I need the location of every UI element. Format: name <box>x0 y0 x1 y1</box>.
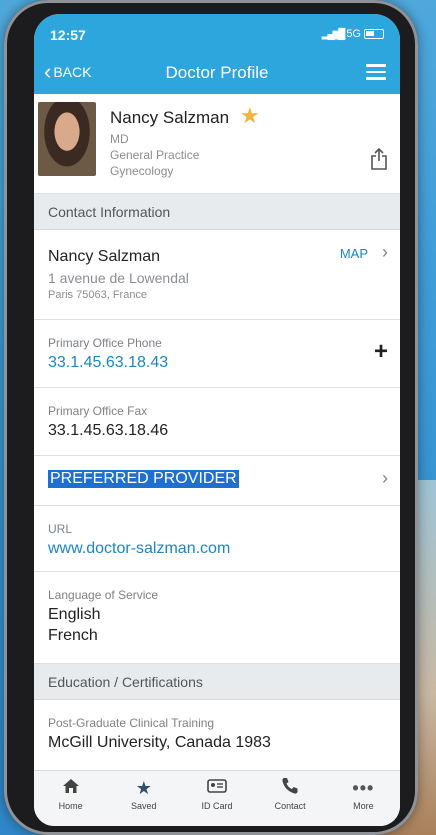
signal-icon: ▂▄▆█ <box>321 28 346 40</box>
tab-contact[interactable]: Contact <box>254 771 327 811</box>
language-item: English <box>48 606 101 623</box>
battery-icon <box>364 29 384 39</box>
app-screen: 12:57 ▂▄▆█ 5G ‹ BACK Doctor Profile Nanc… <box>34 14 400 826</box>
fax-row: Primary Office Fax 33.1.45.63.18.46 <box>34 388 400 456</box>
bottom-tab-bar: Home ★ Saved ID Card Contact ••• More <box>34 770 400 826</box>
training-label: Post-Graduate Clinical Training <box>48 716 215 730</box>
status-indicators: ▂▄▆█ 5G <box>322 28 384 40</box>
section-header-education: Education / Certifications <box>34 664 400 700</box>
id-card-icon <box>180 777 253 799</box>
tab-label: ID Card <box>201 801 233 811</box>
address-row[interactable]: Nancy Salzman 1 avenue de Lowendal Paris… <box>34 230 400 320</box>
address-line1: 1 avenue de Lowendal <box>48 270 189 286</box>
training-row: Post-Graduate Clinical Training McGill U… <box>34 700 400 770</box>
training-value: McGill University, Canada 1983 <box>48 734 271 751</box>
chevron-right-icon: › <box>382 468 388 488</box>
map-link[interactable]: MAP <box>340 246 368 261</box>
back-label: BACK <box>53 64 92 80</box>
phone-number-link[interactable]: 33.1.45.63.18.43 <box>48 354 168 372</box>
website-link[interactable]: www.doctor-salzman.com <box>48 540 230 558</box>
preferred-provider-label: PREFERRED PROVIDER <box>48 470 239 488</box>
doctor-specialty: Gynecology <box>110 164 174 178</box>
tab-label: More <box>353 801 374 811</box>
nav-bar: ‹ BACK Doctor Profile <box>34 52 400 94</box>
phone-frame: 12:57 ▂▄▆█ 5G ‹ BACK Doctor Profile Nanc… <box>4 0 418 835</box>
phone-label: Primary Office Phone <box>48 336 162 350</box>
doctor-profile-header: Nancy Salzman ★ MD General Practice Gyne… <box>34 94 400 194</box>
language-label: Language of Service <box>48 588 159 602</box>
doctor-name: Nancy Salzman <box>110 108 230 127</box>
back-button[interactable]: ‹ BACK <box>44 59 92 84</box>
tab-saved[interactable]: ★ Saved <box>107 771 180 811</box>
share-icon[interactable] <box>370 148 388 170</box>
tab-id-card[interactable]: ID Card <box>180 771 253 811</box>
page-title: Doctor Profile <box>165 63 269 82</box>
status-time: 12:57 <box>50 27 86 43</box>
url-label: URL <box>48 522 73 536</box>
tab-label: Contact <box>274 801 306 811</box>
phone-icon <box>254 777 327 799</box>
more-icon: ••• <box>352 778 375 798</box>
network-label: 5G <box>346 28 361 40</box>
home-icon <box>34 777 107 799</box>
doctor-degree: MD <box>110 132 129 146</box>
phone-row[interactable]: Primary Office Phone 33.1.45.63.18.43 + <box>34 320 400 388</box>
tab-label: Saved <box>131 801 157 811</box>
doctor-avatar <box>38 102 96 176</box>
tab-more[interactable]: ••• More <box>327 771 400 811</box>
favorite-star-icon[interactable]: ★ <box>240 103 260 129</box>
chevron-left-icon: ‹ <box>44 59 52 84</box>
status-bar: 12:57 ▂▄▆█ 5G <box>34 14 400 52</box>
language-row: Language of Service English French <box>34 572 400 664</box>
preferred-provider-row[interactable]: PREFERRED PROVIDER › <box>34 456 400 506</box>
url-row: URL www.doctor-salzman.com <box>34 506 400 572</box>
contact-name: Nancy Salzman <box>48 248 161 265</box>
fax-number: 33.1.45.63.18.46 <box>48 422 169 439</box>
star-icon: ★ <box>135 778 152 798</box>
address-line2: Paris 75063, France <box>48 289 148 301</box>
tab-home[interactable]: Home <box>34 771 107 811</box>
fax-label: Primary Office Fax <box>48 404 148 418</box>
tab-label: Home <box>58 801 83 811</box>
hamburger-menu-icon[interactable] <box>366 64 386 80</box>
section-header-contact: Contact Information <box>34 194 400 230</box>
chevron-right-icon: › <box>382 242 388 262</box>
add-contact-plus-icon[interactable]: + <box>374 338 388 366</box>
language-item: French <box>48 627 98 644</box>
doctor-specialty: General Practice <box>110 148 200 162</box>
